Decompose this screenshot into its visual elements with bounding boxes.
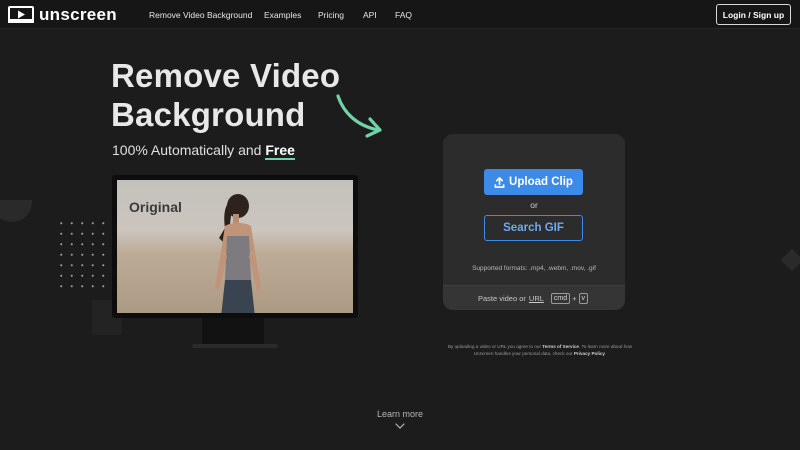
supported-formats-text: Supported formats: .mp4, .webm, .mov, .g… bbox=[472, 265, 596, 272]
monitor-stand bbox=[202, 318, 264, 344]
hero-subtitle-free: Free bbox=[265, 142, 295, 160]
nav-faq[interactable]: FAQ bbox=[395, 10, 412, 20]
upload-icon bbox=[494, 176, 505, 188]
login-signup-button[interactable]: Login / Sign up bbox=[716, 4, 791, 25]
upload-clip-label: Upload Clip bbox=[509, 176, 573, 188]
legal-text: By uploading a video or URL you agree to… bbox=[447, 344, 543, 349]
privacy-policy-link[interactable]: Privacy Policy bbox=[574, 351, 605, 356]
upload-clip-button[interactable]: Upload Clip bbox=[484, 169, 583, 195]
learn-more-link[interactable]: Learn more bbox=[0, 409, 800, 419]
nav-api[interactable]: API bbox=[363, 10, 377, 20]
upload-card: Upload Clip or Search GIF Supported form… bbox=[443, 134, 625, 310]
plus-sign: + bbox=[572, 293, 577, 303]
decorative-shape bbox=[0, 200, 32, 222]
chevron-down-icon[interactable] bbox=[395, 423, 405, 429]
nav-examples[interactable]: Examples bbox=[264, 10, 301, 20]
cmd-key: cmd bbox=[550, 292, 571, 304]
hero-subtitle-text: 100% Automatically and bbox=[112, 142, 266, 158]
legal-text: . bbox=[604, 351, 607, 356]
hero-title-line: Background bbox=[111, 96, 306, 133]
video-preview-monitor: Original bbox=[112, 175, 358, 318]
hero-title: Remove Video Background bbox=[111, 56, 340, 134]
nav-remove-video-background[interactable]: Remove Video Background bbox=[149, 10, 252, 20]
paste-url-link[interactable]: URL bbox=[529, 294, 544, 303]
legal-notice: By uploading a video or URL you agree to… bbox=[438, 343, 642, 357]
top-navbar: unscreen Remove Video Background Example… bbox=[0, 0, 800, 29]
logo-text: unscreen bbox=[39, 5, 117, 24]
decorative-dot-grid bbox=[56, 218, 108, 290]
v-key: v bbox=[578, 292, 589, 304]
logo[interactable]: unscreen bbox=[8, 6, 117, 23]
decorative-shape bbox=[780, 248, 800, 272]
preview-label: Original bbox=[129, 199, 182, 215]
or-separator: or bbox=[530, 200, 538, 210]
woman-figure-image bbox=[215, 194, 261, 313]
terms-of-service-link[interactable]: Terms of Service bbox=[542, 344, 579, 349]
paste-video-bar[interactable]: Paste video or URL cmd + v bbox=[443, 285, 625, 310]
monitor-stand-base bbox=[192, 344, 278, 348]
nav-pricing[interactable]: Pricing bbox=[318, 10, 344, 20]
hero-title-line: Remove Video bbox=[111, 57, 341, 94]
search-gif-button[interactable]: Search GIF bbox=[484, 215, 583, 241]
curved-arrow-icon bbox=[336, 94, 382, 138]
hero-subtitle: 100% Automatically and Free bbox=[112, 142, 295, 160]
paste-text: Paste video or bbox=[477, 293, 526, 303]
video-preview-screen: Original bbox=[117, 180, 353, 313]
logo-icon bbox=[8, 6, 34, 23]
